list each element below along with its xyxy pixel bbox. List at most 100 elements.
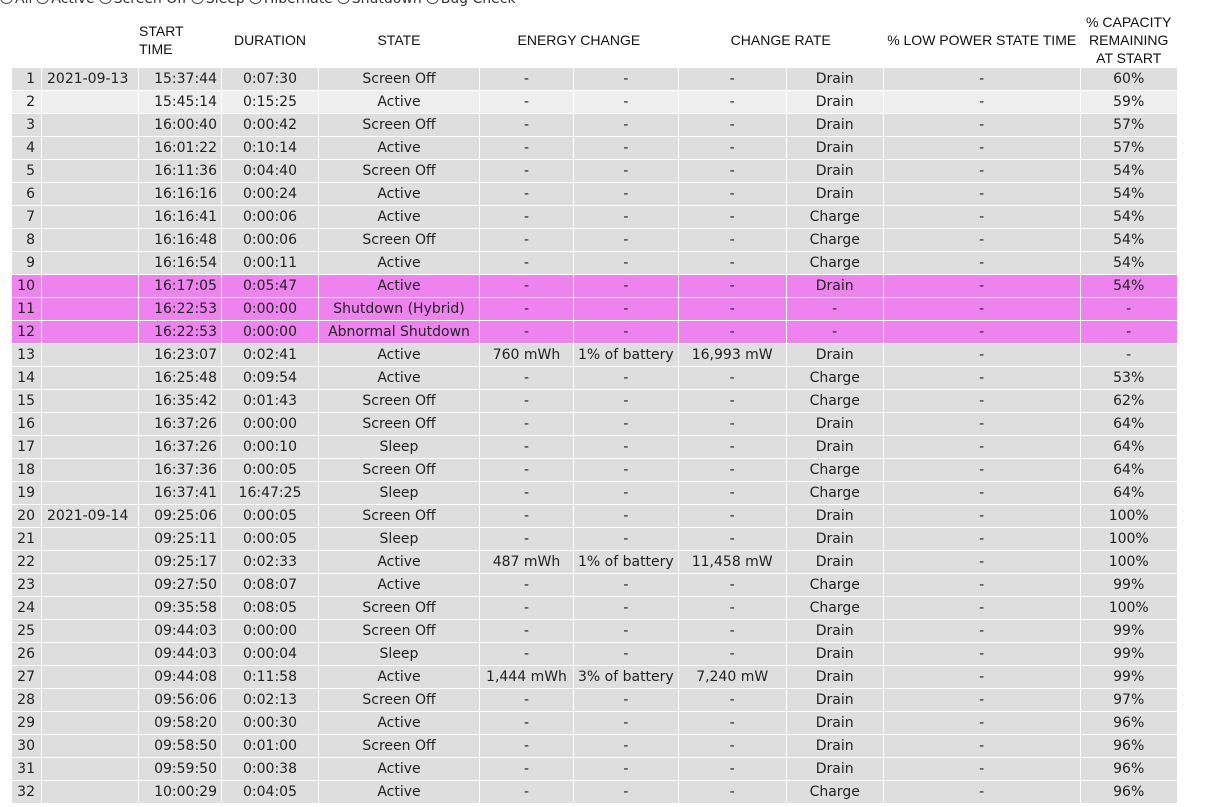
table-row: 20 2021-09-14 09:25:06 0:00:05 Screen Off - - -… bbox=[12, 505, 1177, 527]
cell-index: 7 bbox=[12, 206, 41, 228]
cell-index: 23 bbox=[12, 574, 41, 596]
cell-start-time: 10:00:29 bbox=[139, 781, 221, 803]
cell-charge-direction: Charge bbox=[786, 206, 883, 228]
cell-change-rate: - bbox=[678, 482, 786, 504]
cell-start-date bbox=[42, 666, 138, 688]
cell-index: 19 bbox=[12, 482, 41, 504]
cell-charge-direction: Drain bbox=[786, 436, 883, 458]
cell-charge-direction: Drain bbox=[786, 160, 883, 182]
cell-capacity-remaining: 54% bbox=[1080, 252, 1177, 274]
cell-duration: 0:07:30 bbox=[222, 68, 318, 90]
cell-energy-percent: - bbox=[574, 528, 678, 550]
cell-duration: 0:00:00 bbox=[222, 620, 318, 642]
table-row: 13 16:23:07 0:02:41 Active 760 mWh 1% of batt… bbox=[12, 344, 1177, 366]
cell-duration: 0:01:00 bbox=[222, 735, 318, 757]
cell-energy-percent: - bbox=[574, 252, 678, 274]
filter-option[interactable]: Shutdown bbox=[336, 0, 422, 7]
cell-energy-percent: - bbox=[574, 183, 678, 205]
cell-capacity-remaining: - bbox=[1080, 298, 1177, 320]
table-row: 26 09:44:03 0:00:04 Sleep - - - Drain -99% bbox=[12, 643, 1177, 665]
cell-duration: 16:47:25 bbox=[222, 482, 318, 504]
cell-index: 9 bbox=[12, 252, 41, 274]
cell-start-time: 09:44:08 bbox=[139, 666, 221, 688]
radio-button-icon[interactable] bbox=[336, 0, 350, 4]
cell-change-rate: - bbox=[678, 137, 786, 159]
table-row: 22 09:25:17 0:02:33 Active 487 mWh 1% of batt… bbox=[12, 551, 1177, 573]
cell-state: Abnormal Shutdown bbox=[319, 321, 479, 343]
cell-start-date bbox=[42, 735, 138, 757]
filter-option-label: Sleep bbox=[206, 0, 245, 7]
radio-button-icon[interactable] bbox=[36, 0, 50, 4]
table-row: 3 16:00:40 0:00:42 Screen Off - - - Drain -57% bbox=[12, 114, 1177, 136]
table-row: 23 09:27:50 0:08:07 Active - - - Charge -99% bbox=[12, 574, 1177, 596]
table-row: 8 16:16:48 0:00:06 Screen Off - - - Charge -54% bbox=[12, 229, 1177, 251]
radio-button-icon[interactable] bbox=[98, 0, 112, 4]
cell-duration: 0:00:42 bbox=[222, 114, 318, 136]
cell-start-time: 16:35:42 bbox=[139, 390, 221, 412]
cell-charge-direction: - bbox=[786, 321, 883, 343]
cell-charge-direction: Drain bbox=[786, 275, 883, 297]
filter-option[interactable]: Hibernate bbox=[248, 0, 333, 7]
cell-index: 18 bbox=[12, 459, 41, 481]
cell-charge-direction: Drain bbox=[786, 344, 883, 366]
cell-start-time: 16:37:26 bbox=[139, 436, 221, 458]
cell-state: Sleep bbox=[319, 482, 479, 504]
filter-option[interactable]: Bug Check bbox=[425, 0, 516, 7]
table-row: 5 16:11:36 0:04:40 Screen Off - - - Drain -54% bbox=[12, 160, 1177, 182]
cell-energy-change: - bbox=[480, 643, 573, 665]
cell-start-time: 16:16:16 bbox=[139, 183, 221, 205]
cell-energy-change: - bbox=[480, 482, 573, 504]
cell-change-rate: - bbox=[678, 528, 786, 550]
cell-index: 4 bbox=[12, 137, 41, 159]
cell-charge-direction: Charge bbox=[786, 459, 883, 481]
cell-charge-direction: Drain bbox=[786, 413, 883, 435]
cell-energy-change: - bbox=[480, 252, 573, 274]
cell-index: 31 bbox=[12, 758, 41, 780]
cell-energy-change: 1,444 mWh bbox=[480, 666, 573, 688]
cell-low-power-time: - bbox=[883, 183, 1080, 205]
cell-low-power-time: - bbox=[883, 298, 1080, 320]
radio-button-icon[interactable] bbox=[0, 0, 13, 4]
cell-index: 5 bbox=[12, 160, 41, 182]
cell-state: Screen Off bbox=[319, 390, 479, 412]
cell-charge-direction: Charge bbox=[786, 252, 883, 274]
radio-button-icon[interactable] bbox=[190, 0, 204, 4]
cell-state: Sleep bbox=[319, 436, 479, 458]
cell-change-rate: - bbox=[678, 298, 786, 320]
filter-option-label: All bbox=[15, 0, 32, 7]
header-energy-change: ENERGY CHANGE bbox=[517, 32, 641, 48]
cell-energy-change: - bbox=[480, 781, 573, 803]
cell-low-power-time: - bbox=[883, 551, 1080, 573]
cell-state: Active bbox=[319, 551, 479, 573]
filter-option[interactable]: Sleep bbox=[190, 0, 245, 7]
cell-change-rate: - bbox=[678, 229, 786, 251]
cell-duration: 0:10:14 bbox=[222, 137, 318, 159]
cell-state: Active bbox=[319, 367, 479, 389]
filter-option[interactable]: Screen Off bbox=[98, 0, 187, 7]
cell-change-rate: - bbox=[678, 390, 786, 412]
filter-option[interactable]: Active bbox=[36, 0, 95, 7]
cell-change-rate: - bbox=[678, 183, 786, 205]
cell-charge-direction: Drain bbox=[786, 183, 883, 205]
cell-index: 12 bbox=[12, 321, 41, 343]
cell-energy-change: - bbox=[480, 367, 573, 389]
cell-index: 6 bbox=[12, 183, 41, 205]
table-header-row: START TIME DURATION STATE ENERGY CHANGE … bbox=[12, 13, 1177, 67]
table-row: 14 16:25:48 0:09:54 Active - - - Charge -53% bbox=[12, 367, 1177, 389]
cell-energy-percent: - bbox=[574, 712, 678, 734]
cell-charge-direction: Drain bbox=[786, 643, 883, 665]
radio-button-icon[interactable] bbox=[248, 0, 262, 4]
cell-change-rate: - bbox=[678, 643, 786, 665]
radio-button-icon[interactable] bbox=[425, 0, 439, 4]
cell-charge-direction: Drain bbox=[786, 689, 883, 711]
cell-start-date bbox=[42, 459, 138, 481]
filter-option[interactable]: All bbox=[0, 0, 32, 7]
cell-change-rate: - bbox=[678, 413, 786, 435]
filter-option-label: Bug Check bbox=[441, 0, 516, 7]
cell-start-time: 09:25:11 bbox=[139, 528, 221, 550]
cell-change-rate: 16,993 mW bbox=[678, 344, 786, 366]
cell-charge-direction: Drain bbox=[786, 114, 883, 136]
cell-state: Screen Off bbox=[319, 735, 479, 757]
cell-charge-direction: Charge bbox=[786, 367, 883, 389]
cell-low-power-time: - bbox=[883, 413, 1080, 435]
